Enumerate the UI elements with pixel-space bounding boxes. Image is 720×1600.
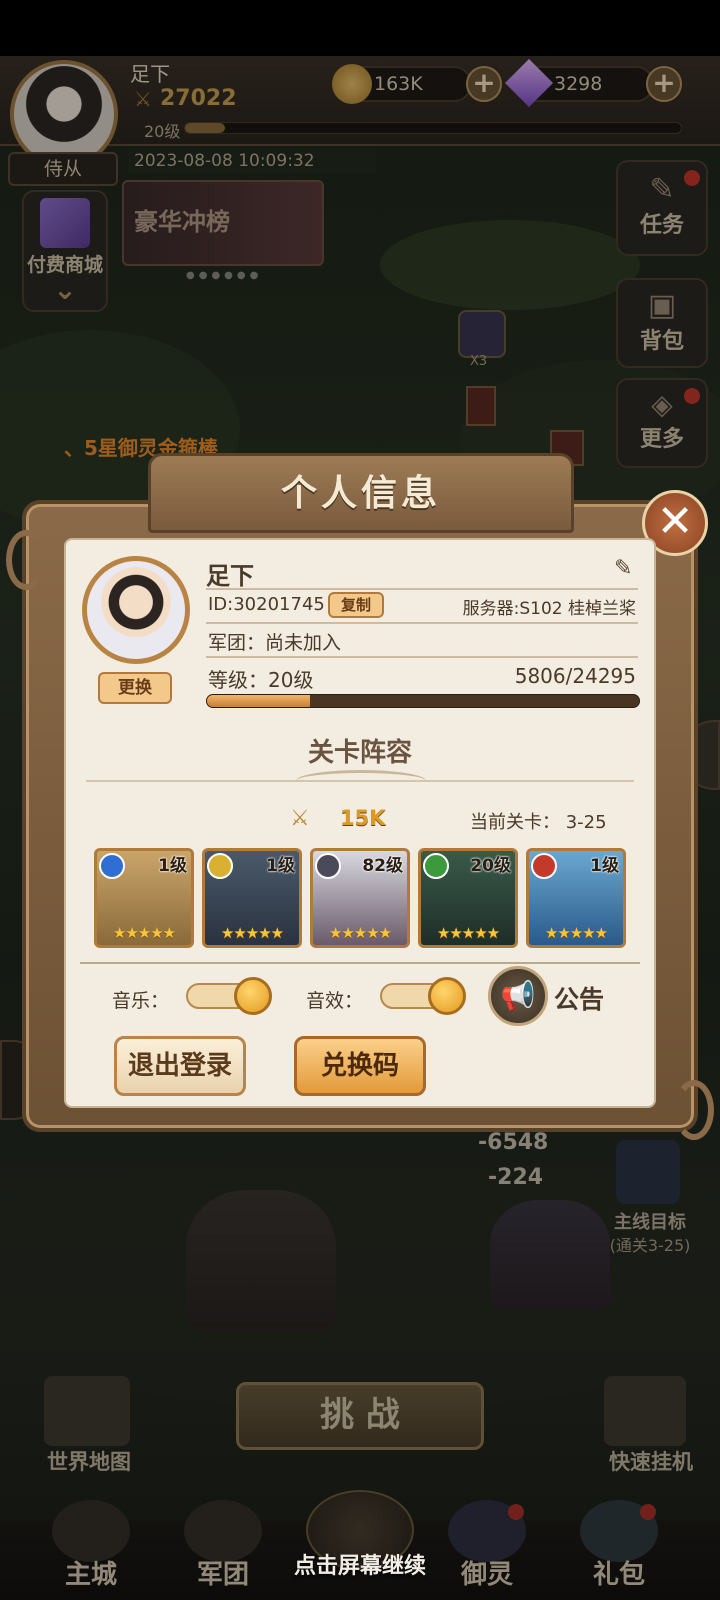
hero-stars: ★★★★★ [544,924,608,942]
game-screen[interactable]: 足下 ⚔ 27022 20级 163K + 3298 + 侍从 2023-08-… [0,0,720,1600]
logout-button[interactable]: 退出登录 [114,1036,246,1096]
redeem-code-button[interactable]: 兑换码 [294,1036,426,1096]
hero-card[interactable]: 1级 ★★★★★ [202,848,302,948]
profile-name: 足下 [206,562,254,590]
sfx-toggle[interactable] [380,977,466,1015]
notice-button[interactable]: 公告 [554,980,604,1016]
dark-element-icon [315,853,341,879]
profile-avatar[interactable] [82,556,190,664]
player-id: ID:30201745 [208,594,325,615]
megaphone-icon[interactable]: 📢 [488,966,548,1026]
hero-card[interactable]: 1级 ★★★★★ [526,848,626,948]
continue-hint: 点击屏幕继续 [293,1554,426,1579]
frame-scroll-ornament-left [6,530,46,590]
modal-title-bar: 个人信息 [148,453,574,533]
hero-level: 1级 [158,856,187,876]
lineup-title: 关卡阵容 [307,738,412,768]
sfx-toggle-knob[interactable] [428,977,466,1015]
divider [206,588,638,590]
divider [206,622,638,624]
hero-level: 1级 [266,856,295,876]
music-toggle-knob[interactable] [234,977,272,1015]
wind-element-icon [423,853,449,879]
hero-stars: ★★★★★ [328,924,392,942]
profile-level: 等级：20级 [208,668,314,692]
settings-divider [80,962,640,964]
edit-name-icon[interactable]: ✎ [614,556,632,581]
hero-stars: ★★★★★ [436,924,500,942]
exp-value: 5806/24295 [514,664,636,688]
current-stage: 当前关卡： 3-25 [470,812,607,833]
hero-card[interactable]: 1级 ★★★★★ [94,848,194,948]
music-label: 音乐： [112,990,170,1012]
hero-level: 82级 [362,856,403,876]
hero-level: 20级 [470,856,511,876]
hero-stars: ★★★★★ [220,924,284,942]
hero-level: 1级 [590,856,619,876]
guild-info: 军团：尚未加入 [208,632,342,654]
crossed-swords-icon: ⚔ [290,806,310,831]
lineup-power: 15K [340,806,386,830]
fire-element-icon [531,853,557,879]
sfx-label: 音效： [306,990,364,1012]
hero-card[interactable]: 20级 ★★★★★ [418,848,518,948]
profile-exp-fill [207,695,311,707]
profile-exp-bar [206,694,640,708]
change-avatar-button[interactable]: 更换 [98,672,172,704]
light-element-icon [207,853,233,879]
divider [206,656,638,658]
hero-stars: ★★★★★ [112,924,176,942]
modal-title: 个人信息 [280,473,441,514]
copy-id-button[interactable]: 复制 [328,592,384,618]
frame-scroll-ornament-right [674,1080,714,1140]
server-info: 服务器:S102 桂棹兰桨 [462,599,636,619]
lineup-ornament [296,770,426,792]
status-bar-area [0,0,720,56]
music-toggle[interactable] [186,977,272,1015]
water-element-icon [99,853,125,879]
hero-card[interactable]: 82级 ★★★★★ [310,848,410,948]
